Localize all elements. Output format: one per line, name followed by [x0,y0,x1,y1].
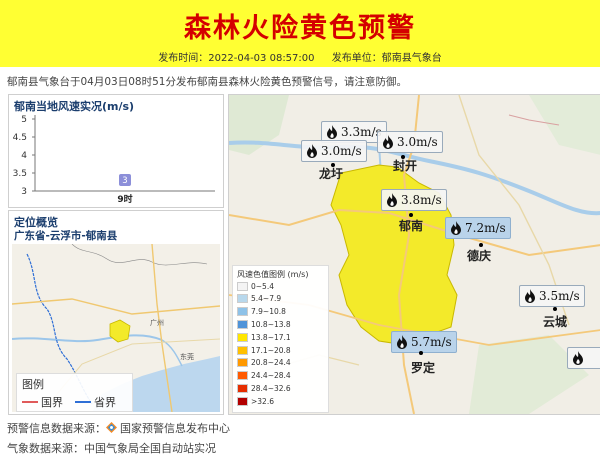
wind-legend-swatch [237,307,248,317]
wind-speed-legend: 风速色值图例 (m/s) 0~5.4 5.4~7.9 7.9~10.8 10.8~13… [232,265,329,413]
wind-legend-swatch [237,294,248,304]
y-tick-label: 4 [21,151,27,161]
city-label: 龙圩 [319,167,344,181]
location-legend: 图例 国界 省界 [16,373,133,412]
wind-legend-label: 7.9~10.8 [251,307,286,317]
fire-icon [450,221,462,235]
warning-banner: 森林火险黄色预警 发布时间：2022-04-03 08:57:00 发布单位：郁… [0,0,600,67]
wind-legend-swatch [237,358,248,368]
wind-data-label: 3 [122,176,127,186]
wind-legend-label: 0~5.4 [251,281,274,291]
wind-legend-label: 13.8~17.1 [251,332,291,342]
legend-provincial-border: 省界 [75,394,116,410]
legend-national-border: 国界 [22,394,63,410]
location-panel: 定位概览 广东省-云浮市-郁南县 广州 东莞 图例 国界 省界 [8,210,224,415]
wind-legend-swatch [237,332,248,342]
wind-legend-swatch [237,383,248,393]
station-marker[interactable]: 7.2m/s [445,217,511,239]
fire-icon [386,193,398,207]
mini-map-label-dongguan: 东莞 [180,353,194,361]
wind-legend-row: 20.8~24.4 [237,358,291,368]
wind-legend-swatch [237,396,248,406]
wind-legend-swatch [237,345,248,355]
warning-title: 森林火险黄色预警 [184,13,416,44]
wind-legend-row: 24.4~28.4 [237,371,291,381]
station-marker[interactable]: 5.7m/s [391,331,457,353]
wind-legend-row: 17.1~20.8 [237,345,291,355]
station-marker[interactable]: 3.5m/s [519,285,585,307]
location-mini-map[interactable]: 广州 东莞 图例 国界 省界 [12,244,220,412]
y-tick-label: 3.5 [13,169,27,179]
city-label: 郁南 [399,219,424,233]
weather-source: 气象数据来源：中国气象局全国自动站实况 [7,442,216,455]
wind-legend-label: 5.4~7.9 [251,294,282,304]
wind-legend-label: 24.4~28.4 [251,371,291,381]
city-label: 罗定 [411,361,436,375]
mini-map-label-guangzhou: 广州 [150,319,164,327]
wind-legend-swatch [237,319,248,329]
wind-legend-row: >32.6 [237,396,274,406]
station-marker[interactable]: 3.8m/s [381,189,447,211]
wind-legend-row: 13.8~17.1 [237,332,291,342]
city-label: 德庆 [467,249,492,263]
y-tick-label: 5 [21,115,27,125]
station-marker[interactable]: 3.0m/s [377,131,443,153]
wind-legend-label: 28.4~32.6 [251,383,291,393]
warning-center-link[interactable]: 国家预警信息发布中心 [120,422,230,435]
fire-icon [382,135,394,149]
wind-legend-label: >32.6 [251,396,274,406]
publish-time: 发布时间：2022-04-03 08:57:00 [158,53,315,64]
warning-meta: 发布时间：2022-04-03 08:57:00 发布单位：郁南县气象台 [0,49,600,64]
city-label: 云城 [543,315,568,329]
wind-legend-row: 7.9~10.8 [237,307,286,317]
wind-legend-title: 风速色值图例 (m/s) [237,270,309,279]
wind-legend-swatch [237,371,248,381]
city-label: 封开 [393,159,418,173]
fire-icon [396,335,408,349]
x-tick-label: 9时 [117,193,132,205]
warning-source: 预警信息数据来源： 国家预警信息发布中心 [7,422,230,435]
wind-speed-chart: 5 4.5 4 3.5 3 3 9时 [13,115,215,205]
national-border-swatch [22,401,38,403]
wind-legend-row: 28.4~32.6 [237,383,291,393]
fire-icon [306,144,318,158]
wind-legend-label: 20.8~24.4 [251,358,291,368]
fire-icon [524,289,536,303]
city-dot [553,307,557,311]
legend-title: 图例 [22,378,44,391]
warning-center-logo-icon [106,422,117,433]
wind-map-panel[interactable]: 风速色值图例 (m/s) 0~5.4 5.4~7.9 7.9~10.8 10.8~13… [228,94,600,415]
station-marker-partial[interactable] [567,347,600,369]
y-tick-label: 4.5 [13,133,27,143]
wind-legend-row: 5.4~7.9 [237,294,281,304]
wind-legend-row: 10.8~13.8 [237,319,291,329]
provincial-border-swatch [75,401,91,403]
wind-speed-panel: 郁南当地风速实况(m/s) 5 4.5 4 3.5 3 3 9时 [8,94,224,208]
city-dot [419,351,423,355]
wind-legend-row: 0~5.4 [237,281,274,291]
station-marker[interactable]: 3.0m/s [301,140,367,162]
fire-icon [572,351,584,365]
warning-summary: 郁南县气象台于04月03日08时51分发布郁南县森林火险黄色预警信号，请注意防御… [7,76,407,88]
wind-legend-label: 10.8~13.8 [251,319,291,329]
fire-icon [326,125,338,139]
y-tick-label: 3 [21,187,27,197]
publisher: 发布单位：郁南县气象台 [331,53,442,64]
wind-legend-label: 17.1~20.8 [251,345,291,355]
location-path: 广东省-云浮市-郁南县 [14,230,118,242]
wind-legend-swatch [237,281,248,291]
